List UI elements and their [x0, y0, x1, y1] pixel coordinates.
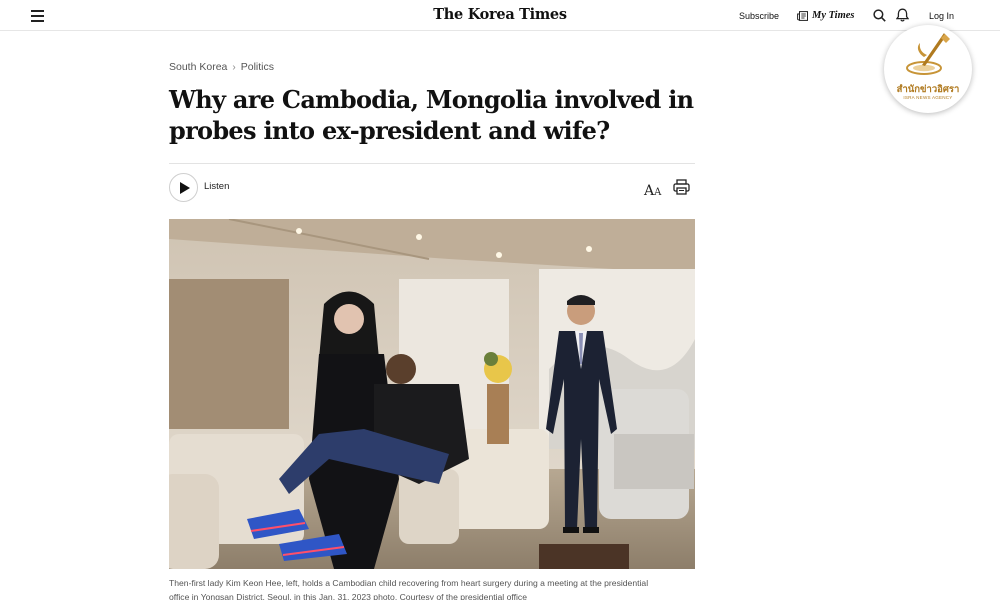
photo-illustration [169, 219, 695, 569]
caption-line-1: Then-first lady Kim Keon Hee, left, hold… [169, 578, 649, 588]
caption-line-2: office in Yongsan District, Seoul, in th… [169, 592, 527, 600]
headline-line-1: Why are Cambodia, Mongolia involved in [169, 85, 694, 114]
listen-label: Listen [204, 181, 230, 192]
listen-play-button[interactable] [169, 173, 198, 202]
play-icon [180, 182, 190, 194]
breadcrumb: South Korea › Politics [169, 61, 274, 73]
headline-line-2: probes into ex-president and wife? [169, 116, 610, 145]
quill-logo-icon [906, 33, 950, 75]
photo-caption: Then-first lady Kim Keon Hee, left, hold… [169, 576, 709, 600]
breadcrumb-subsection-link[interactable]: Politics [241, 61, 274, 73]
subscribe-link[interactable]: Subscribe [739, 0, 779, 31]
newspaper-icon [797, 10, 808, 21]
printer-icon[interactable] [673, 179, 690, 195]
article-headline: Why are Cambodia, Mongolia involved in p… [169, 84, 709, 146]
badge-english-text: ISRA NEWS AGENCY [903, 95, 953, 100]
my-times-link[interactable]: My Times [797, 0, 854, 31]
article-photo [169, 219, 695, 569]
breadcrumb-section-link[interactable]: South Korea [169, 61, 227, 73]
chevron-right-icon: › [232, 61, 236, 73]
isra-news-agency-badge: สำนักข่าวอิศรา ISRA NEWS AGENCY [884, 25, 972, 113]
bell-icon[interactable] [896, 8, 909, 22]
headline-divider [169, 163, 695, 164]
top-navigation-bar: The Korea Times Subscribe My Times Log I… [0, 0, 1000, 31]
my-times-label: My Times [812, 10, 855, 21]
site-logo-text[interactable]: The Korea Times [433, 6, 567, 23]
search-icon[interactable] [873, 9, 886, 22]
hamburger-menu-icon[interactable] [31, 10, 44, 22]
font-size-icon[interactable]: AA [644, 180, 661, 199]
